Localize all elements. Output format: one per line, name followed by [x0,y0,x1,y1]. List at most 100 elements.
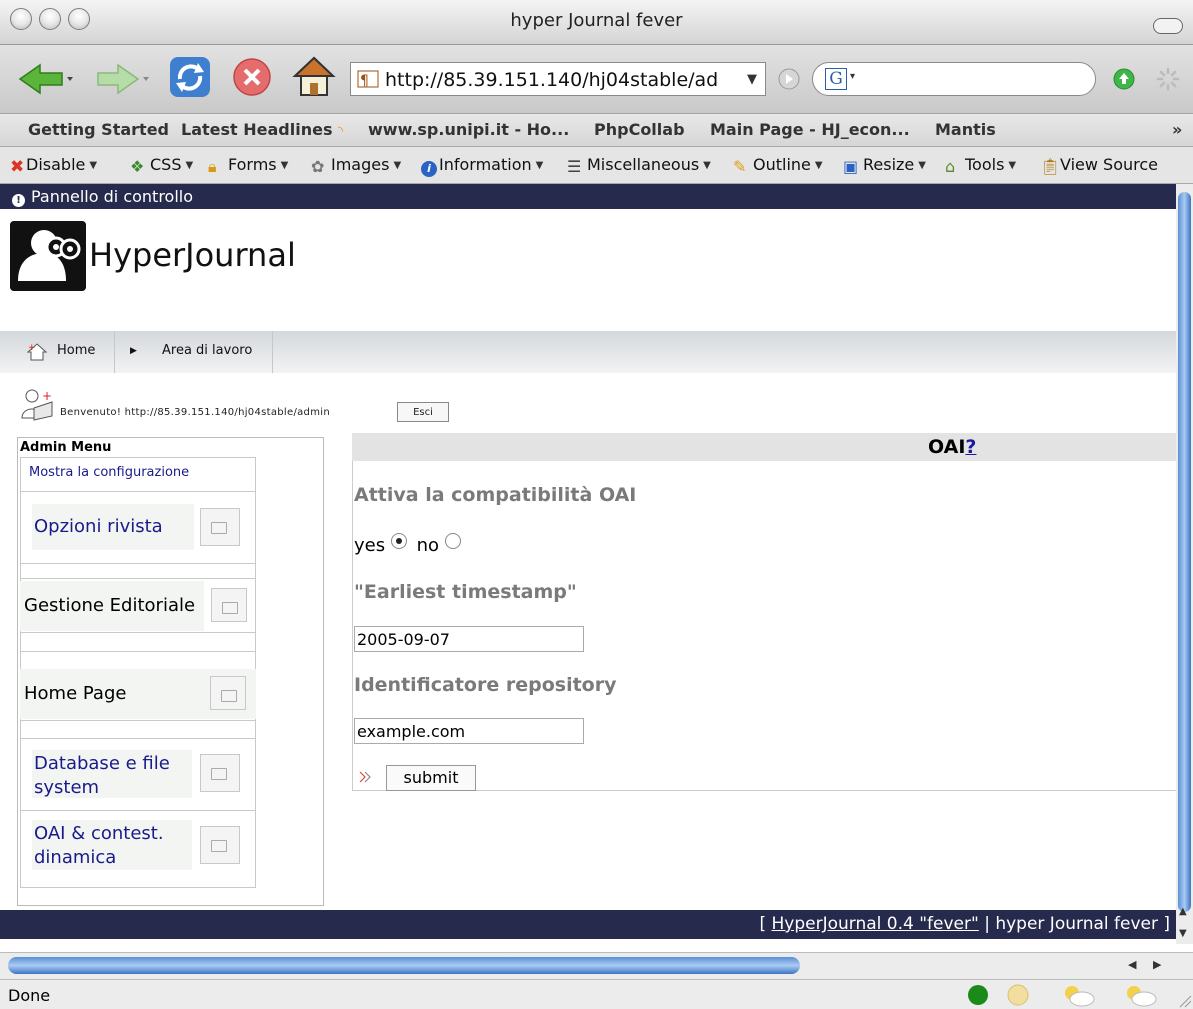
download-status-icon[interactable] [1112,67,1136,91]
bookmark-item[interactable]: Latest Headlines ◝ [181,120,343,139]
status-bar: Done [0,979,1193,1009]
search-engine-icon[interactable]: G [825,68,847,90]
control-panel-bar: ! Pannello di controllo [0,184,1176,209]
arrow-right-icon[interactable] [210,676,246,710]
address-bar[interactable]: ¶ http://85.39.151.140/hj04stable/ad ▼ [350,62,766,96]
alert-icon: ! [12,194,25,207]
page-content: ! Pannello di controllo HyperJournal + Ho… [0,184,1176,944]
menu-divider [20,491,256,492]
rss-icon: ◝ [338,124,344,139]
bookmark-label: Latest Headlines [181,120,333,139]
dev-information-menu[interactable]: i Information ▼ [421,155,543,177]
menu-divider [20,457,256,458]
dev-menu-label: Tools [965,155,1005,174]
menu-item-gestione-editoriale[interactable]: Gestione Editoriale [20,581,204,631]
dev-menu-label: CSS [150,155,182,174]
earliest-timestamp-input[interactable]: 2005-09-07 [354,626,584,652]
dev-miscellaneous-menu[interactable]: ☰ Miscellaneous ▼ [567,155,711,176]
home-icon: + [26,343,48,361]
go-icon[interactable] [778,68,800,90]
menu-divider [20,720,256,721]
search-engine-dropdown-icon[interactable]: ▾ [850,71,855,82]
dev-resize-menu[interactable]: ▣ Resize ▼ [843,155,926,176]
search-field[interactable]: G ▾ [812,62,1096,96]
dev-tools-menu[interactable]: ⌂ Tools ▼ [945,155,1016,176]
svg-text:+: + [42,389,52,403]
images-icon: ✿ [311,157,325,176]
oai-help-link[interactable]: ? [965,436,976,458]
moon-icon[interactable] [1006,983,1030,1007]
menu-divider [20,563,256,564]
arrow-right-icon[interactable] [200,826,240,864]
arrow-right-icon[interactable] [211,588,247,622]
breadcrumb-divider [272,331,273,373]
show-config-link[interactable]: Mostra la configurazione [29,465,189,480]
footer-version-link[interactable]: HyperJournal 0.4 "fever" [771,914,978,934]
page-footer: [ HyperJournal 0.4 "fever" | hyper Journ… [0,910,1176,939]
vertical-scrollbar[interactable]: ▲ ▼ [1176,184,1193,944]
breadcrumb-divider [114,331,115,373]
horizontal-scroll-thumb[interactable] [8,957,800,974]
repository-identifier-input[interactable]: example.com [354,718,584,744]
bookmark-item[interactable]: www.sp.unipi.it - Ho... [368,120,569,139]
svg-text:¶: ¶ [360,73,369,89]
stop-icon[interactable] [232,57,272,97]
clipboard-icon: 📋︎ [1040,157,1061,176]
menu-item-opzioni-rivista[interactable]: Opzioni rivista [32,504,194,550]
back-icon[interactable] [18,63,74,95]
scroll-up-icon[interactable]: ▲ [1179,906,1187,917]
arrow-right-icon[interactable] [200,508,240,546]
toolbox-icon: ⌂ [945,157,956,176]
breadcrumb: + Home ▶ Area di lavoro [0,331,1176,373]
site-icon: ¶ [357,70,379,89]
dev-menu-label: Forms [228,155,277,174]
logout-button[interactable]: Esci [397,402,449,422]
dev-menu-label: Miscellaneous [587,155,700,174]
scroll-down-icon[interactable]: ▼ [1179,928,1187,939]
footer-bracket: [ [759,914,772,934]
menu-divider [20,651,256,652]
double-chevron-icon [359,771,371,783]
menu-divider [20,578,256,579]
oai-enable-radios: yes no [354,533,461,556]
dev-outline-menu[interactable]: ✎ Outline ▼ [733,155,823,176]
weather-icon[interactable] [1060,982,1096,1008]
breadcrumb-area[interactable]: Area di lavoro [162,343,252,358]
menu-item-oai[interactable]: OAI & contest. dinamica [32,820,192,870]
no-radio[interactable] [444,533,461,549]
breadcrumb-home[interactable]: Home [57,343,95,358]
dev-view-source-menu[interactable]: 📋︎View Source [1040,155,1158,176]
submit-button[interactable]: submit [386,765,476,791]
dev-css-menu[interactable]: ❖ CSS ▼ [130,155,193,176]
dev-images-menu[interactable]: ✿ Images ▼ [311,155,401,176]
reload-icon[interactable] [168,55,212,99]
connection-status-icon[interactable] [966,983,990,1007]
url-dropdown-icon[interactable]: ▼ [747,72,757,87]
yes-radio[interactable] [390,533,407,549]
url-text: http://85.39.151.140/hj04stable/ad [385,69,719,91]
bookmark-item[interactable]: Mantis [935,120,996,139]
home-icon[interactable] [292,55,336,99]
bookmark-item[interactable]: Getting Started [28,120,169,139]
hyperjournal-logo [10,221,86,291]
toolbar-toggle-button[interactable] [1153,18,1183,34]
weather-forecast-icon[interactable] [1122,982,1158,1008]
breadcrumb-chevron-icon: ▶ [130,346,137,356]
brand-name: HyperJournal [89,236,296,274]
bookmark-item[interactable]: PhpCollab [594,120,685,139]
forms-lock-icon: 🔒︎ [208,157,217,176]
scroll-right-icon[interactable]: ▶ [1153,958,1161,971]
vertical-scroll-thumb[interactable] [1178,192,1191,912]
arrow-right-icon[interactable] [200,754,240,792]
menu-item-database[interactable]: Database e file system [32,750,192,798]
dev-disable-menu[interactable]: ✖ Disable ▼ [10,155,97,177]
outline-pencil-icon: ✎ [733,157,747,176]
horizontal-scrollbar[interactable]: ◀ ▶ [0,952,1193,979]
resize-grip-icon[interactable] [1176,992,1192,1008]
bookmark-item[interactable]: Main Page - HJ_econ... [710,120,910,139]
bookmarks-overflow-icon[interactable]: » [1172,120,1182,139]
scroll-left-icon[interactable]: ◀ [1128,958,1136,971]
forward-icon[interactable] [96,63,152,95]
dev-forms-menu[interactable]: 🔒︎ Forms ▼ [208,155,288,176]
misc-list-icon: ☰ [567,157,582,176]
